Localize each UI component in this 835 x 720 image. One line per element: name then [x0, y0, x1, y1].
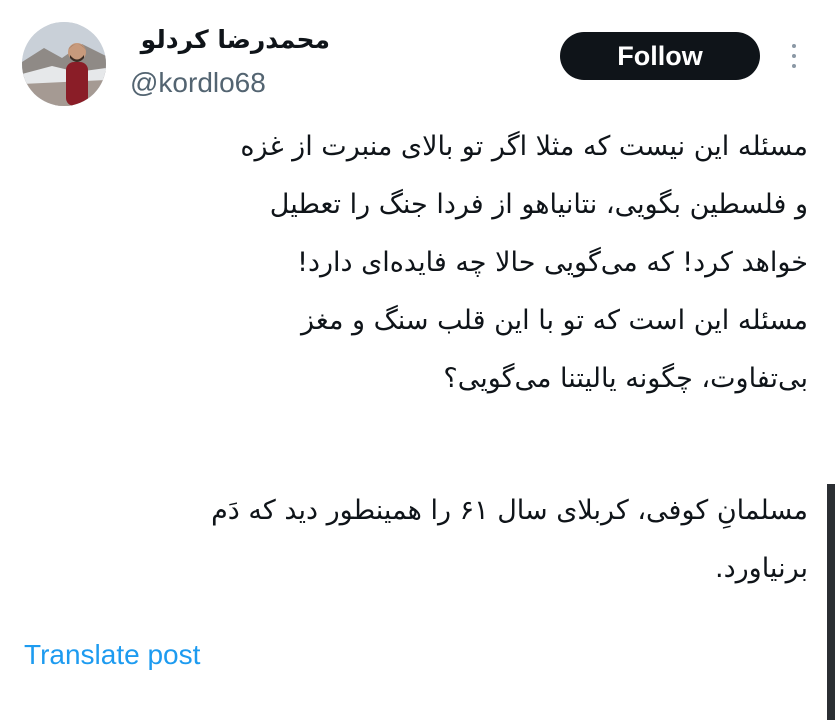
tweet-text: مسئله این نیست که مثلا اگر تو بالای منبر… [30, 118, 808, 598]
tweet-line: خواهد کرد! که می‌گویی حالا چه فایده‌ای د… [297, 247, 808, 278]
follow-button[interactable]: Follow [560, 32, 760, 80]
more-vertical-icon[interactable] [784, 40, 804, 72]
tweet-line: برنیاورد. [715, 553, 808, 584]
avatar[interactable] [22, 22, 106, 106]
author-handle[interactable]: @kordlo68 [130, 65, 266, 101]
translate-post-link[interactable]: Translate post [24, 635, 200, 675]
more-dot [792, 44, 796, 48]
tweet-line: بی‌تفاوت، چگونه یالیتنا می‌گویی؟ [443, 363, 808, 394]
tweet-line: مسلمانِ کوفی، کربلای سال ۶۱ را همینطور د… [211, 495, 808, 526]
tweet-line: مسئله این نیست که مثلا اگر تو بالای منبر… [240, 131, 808, 162]
user-avatar-photo-icon [22, 22, 106, 106]
more-dot [792, 54, 796, 58]
more-dot [792, 64, 796, 68]
author-display-name[interactable]: محمدرضا کردلو [118, 22, 330, 58]
tweet-line: مسئله این است که تو با این قلب سنگ و مغز [301, 305, 808, 336]
tweet-line: و فلسطین بگویی، نتانیاهو از فردا جنگ را … [269, 189, 808, 220]
tweet-card: محمدرضا کردلو @kordlo68 Follow مسئله این… [0, 0, 835, 720]
scrollbar[interactable] [827, 484, 835, 720]
